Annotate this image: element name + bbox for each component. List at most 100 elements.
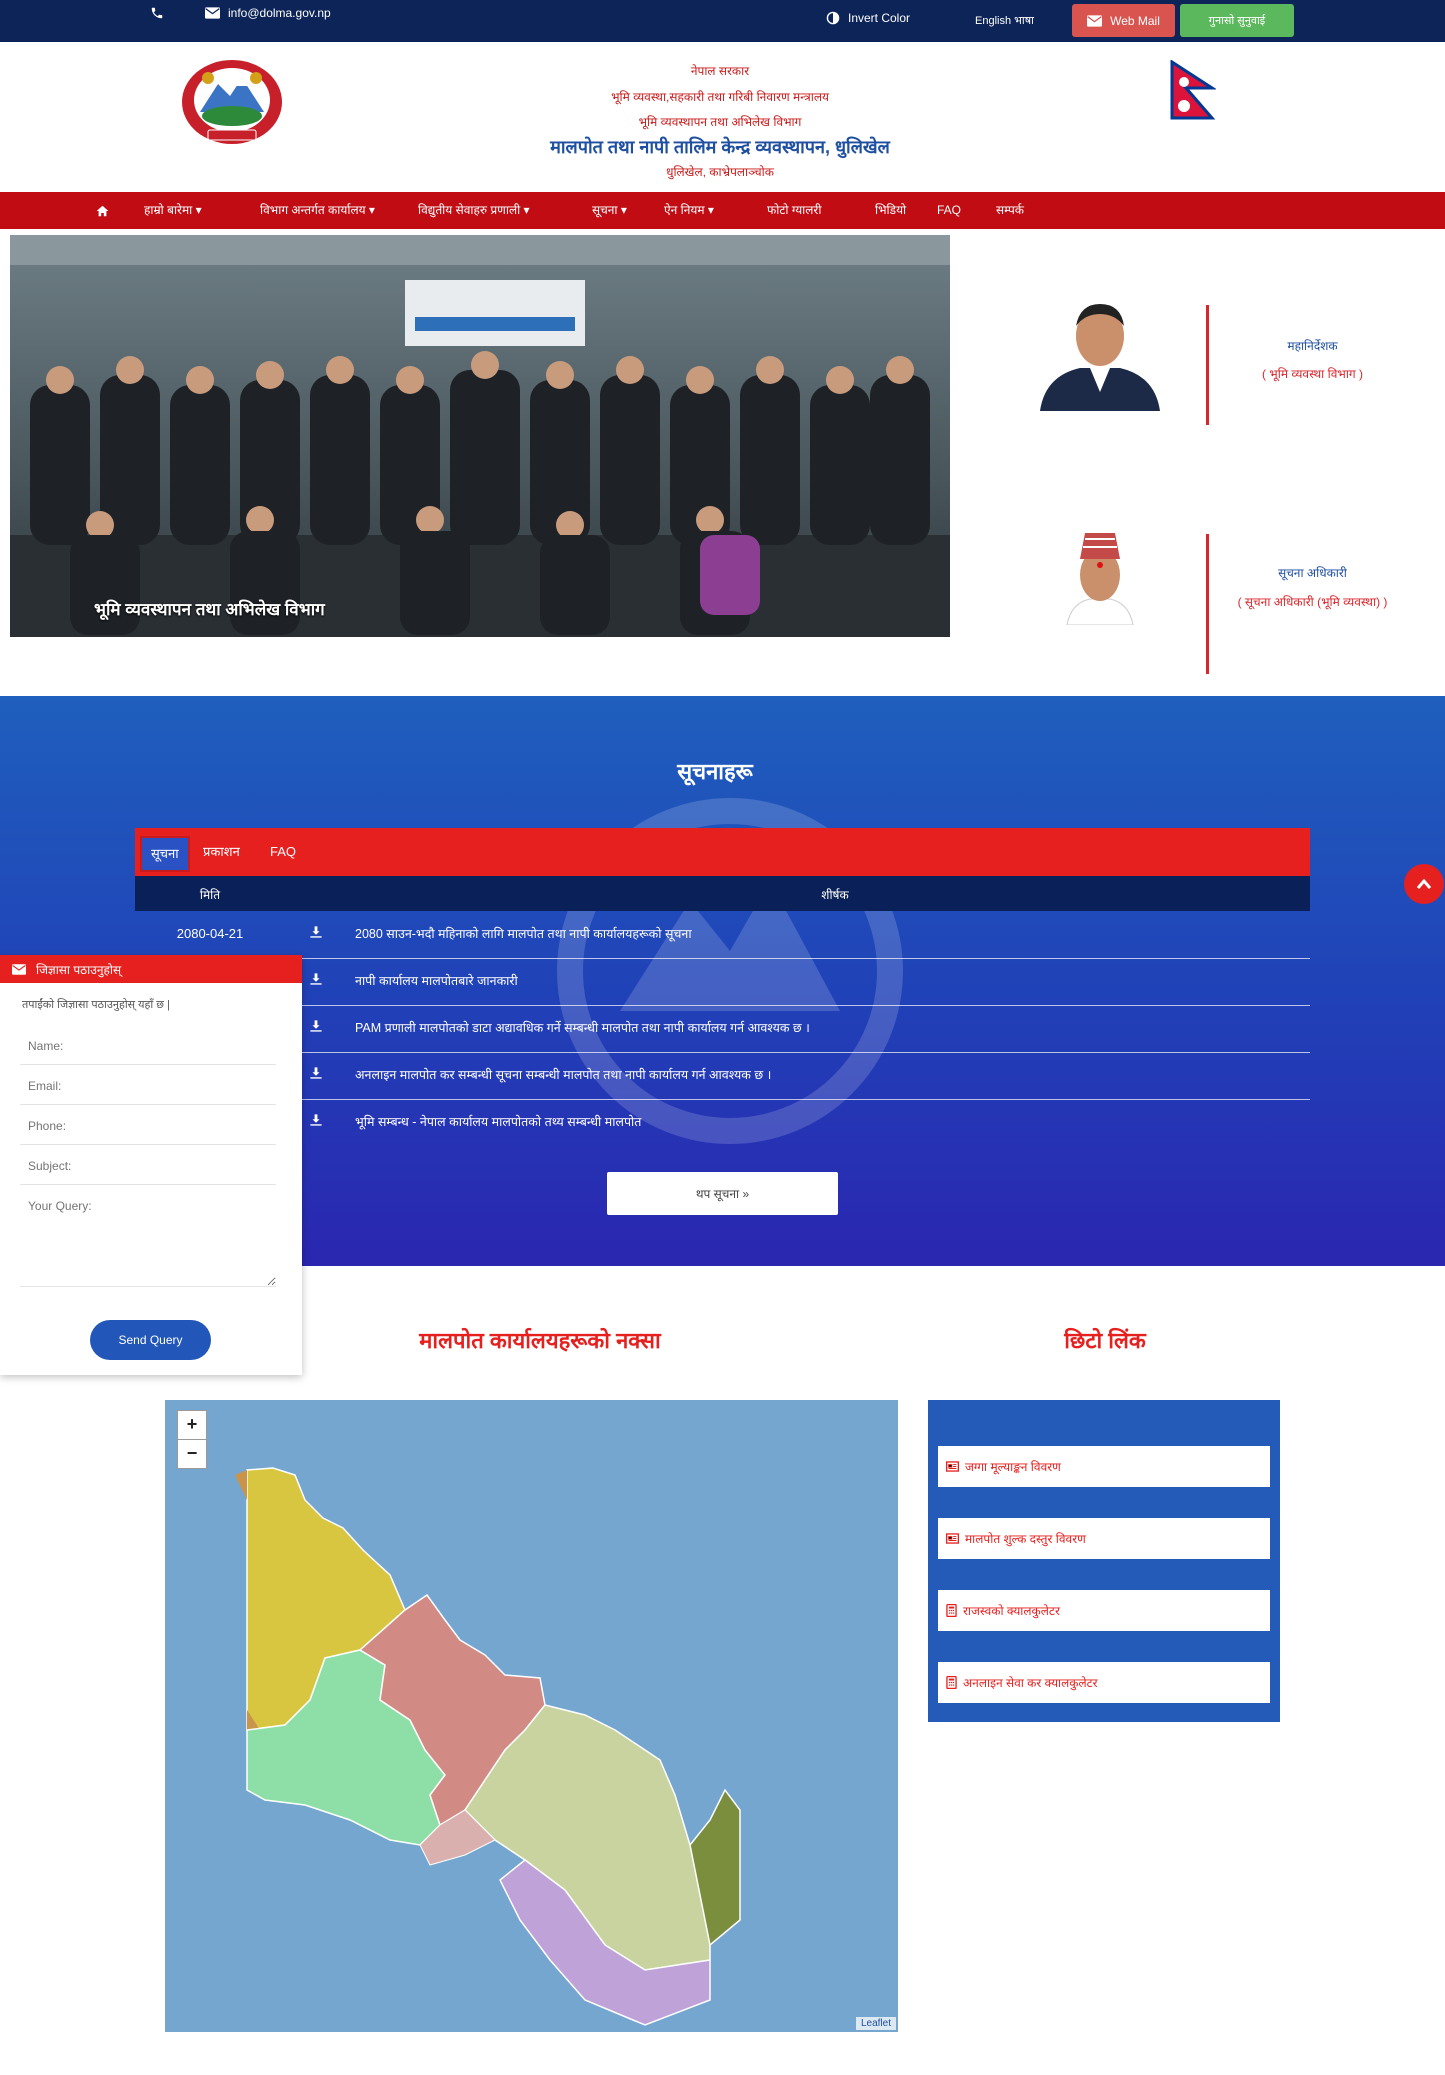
- notices-title: सूचनाहरू: [677, 759, 753, 784]
- notice-date: 2080-04-21: [176, 926, 244, 941]
- notice-title[interactable]: नापी कार्यालय मालपोतबारे जानकारी: [355, 972, 518, 989]
- query-textarea[interactable]: [20, 1193, 276, 1287]
- nav-e-services[interactable]: विद्युतीय सेवाहरु प्रणाली ▾: [418, 192, 530, 229]
- top-bar: info@dolma.gov.np Invert Color English भ…: [0, 0, 1445, 42]
- column-title: शीर्षक: [821, 888, 849, 902]
- name-field[interactable]: [20, 1027, 276, 1065]
- download-icon[interactable]: [309, 1066, 323, 1080]
- caret-down-icon: ▾: [617, 203, 627, 217]
- tab-faq[interactable]: FAQ: [261, 836, 305, 868]
- caret-down-icon: ▾: [192, 203, 202, 217]
- newspaper-icon: [946, 1461, 959, 1472]
- webmail-label: Web Mail: [1110, 13, 1160, 28]
- official-name-info-officer: सूचना अधिकारी: [1278, 566, 1347, 580]
- notices-table-header: मिति शीर्षक: [135, 876, 1310, 911]
- notices-tabs: सूचना प्रकाशन FAQ: [135, 828, 1310, 876]
- email-text: info@dolma.gov.np: [228, 6, 331, 20]
- main-nav: हाम्रो बारेमा ▾ विभाग अन्तर्गत कार्यालय …: [0, 192, 1445, 229]
- header-main-title: मालपोत तथा नापी तालिम केन्द्र व्यवस्थापन…: [550, 137, 890, 157]
- scroll-to-top-button[interactable]: [1404, 864, 1444, 904]
- nav-offices[interactable]: विभाग अन्तर्गत कार्यालय ▾: [260, 192, 375, 229]
- site-header: नेपाल सरकार भूमि व्यवस्था,सहकारी तथा गरि…: [0, 42, 1445, 192]
- nav-about[interactable]: हाम्रो बारेमा ▾: [144, 192, 202, 229]
- more-notices-label: थप सूचना: [695, 1187, 740, 1201]
- caret-down-icon: ▾: [704, 203, 714, 217]
- calculator-icon: [946, 1604, 957, 1617]
- table-row[interactable]: PAM प्रणाली मालपोतको डाटा अद्यावधिक गर्न…: [135, 1005, 1310, 1053]
- quick-link-label: जग्गा मूल्याङ्कन विवरण: [965, 1460, 1061, 1474]
- calculator-icon: [946, 1676, 957, 1689]
- notice-title[interactable]: 2080 साउन-भदौ महिनाको लागि मालपोत तथा ना…: [355, 925, 692, 942]
- query-form-intro: तपाईंको जिज्ञासा पठाउनुहोस् यहाँ छ |: [22, 999, 170, 1011]
- nav-photo-gallery[interactable]: फोटो ग्यालरी: [767, 192, 821, 229]
- phone-field[interactable]: [20, 1107, 276, 1145]
- contrast-icon: [826, 11, 840, 25]
- download-icon[interactable]: [309, 925, 323, 939]
- quick-link[interactable]: राजस्वको क्यालकुलेटर: [938, 1590, 1270, 1631]
- english-link[interactable]: English भाषा: [975, 13, 1034, 28]
- official-divider: [1206, 305, 1209, 425]
- tab-notices[interactable]: सूचना: [140, 836, 190, 872]
- download-icon[interactable]: [309, 1019, 323, 1033]
- envelope-icon: [205, 7, 220, 19]
- quick-link[interactable]: मालपोत शुल्क दस्तुर विवरण: [938, 1518, 1270, 1559]
- query-form-header[interactable]: जिज्ञासा पठाउनुहोस्: [0, 955, 302, 983]
- official-photo-info-officer: [1065, 525, 1135, 630]
- query-form-title: जिज्ञासा पठाउनुहोस्: [36, 962, 122, 977]
- email-field[interactable]: [20, 1067, 276, 1105]
- notice-title[interactable]: PAM प्रणाली मालपोतको डाटा अद्यावधिक गर्न…: [355, 1019, 810, 1036]
- download-icon[interactable]: [309, 972, 323, 986]
- nav-video[interactable]: भिडियो: [875, 192, 906, 229]
- header-line-government: नेपाल सरकार: [690, 64, 750, 78]
- notice-title[interactable]: अनलाइन मालपोत कर सम्बन्धी सूचना सम्बन्धी…: [355, 1066, 771, 1083]
- quick-links-title: छिटो लिंक: [1064, 1328, 1146, 1353]
- notice-title[interactable]: भूमि सम्बन्ध - नेपाल कार्यालय मालपोतको त…: [355, 1113, 641, 1130]
- image-slider[interactable]: भूमि व्यवस्थापन तथा अभिलेख विभाग: [10, 235, 950, 637]
- chevron-up-icon: [1416, 878, 1432, 889]
- table-row[interactable]: भूमि सम्बन्ध - नेपाल कार्यालय मालपोतको त…: [135, 1099, 1310, 1146]
- official-role-director: ( भूमि व्यवस्था विभाग ): [1261, 367, 1364, 381]
- table-row[interactable]: अनलाइन मालपोत कर सम्बन्धी सूचना सम्बन्धी…: [135, 1052, 1310, 1100]
- quick-link-label: अनलाइन सेवा कर क्यालकुलेटर: [963, 1676, 1098, 1690]
- invert-color-label: Invert Color: [848, 11, 911, 25]
- nav-acts-rules[interactable]: ऐन नियम ▾: [664, 192, 714, 229]
- newspaper-icon: [946, 1533, 959, 1544]
- header-line-department: भूमि व्यवस्थापन तथा अभिलेख विभाग: [638, 115, 802, 129]
- quick-link[interactable]: अनलाइन सेवा कर क्यालकुलेटर: [938, 1662, 1270, 1703]
- nav-notices[interactable]: सूचना ▾: [592, 192, 627, 229]
- subject-field[interactable]: [20, 1147, 276, 1185]
- webmail-button[interactable]: Web Mail: [1072, 4, 1175, 37]
- table-row[interactable]: 2080-04-21 2080 साउन-भदौ महिनाको लागि मा…: [135, 911, 1310, 959]
- map-section-title: मालपोत कार्यालयहरूको नक्सा: [419, 1328, 661, 1353]
- government-emblem-logo[interactable]: [178, 56, 286, 153]
- offices-map[interactable]: + − Leaflet: [165, 1400, 898, 2032]
- header-location: धुलिखेल, काभ्रेपलाञ्चोक: [666, 165, 774, 179]
- download-icon[interactable]: [309, 1113, 323, 1127]
- map-attribution[interactable]: Leaflet: [855, 2017, 896, 2030]
- send-query-button[interactable]: Send Query: [90, 1320, 211, 1360]
- nepal-flag-icon: [1170, 59, 1218, 125]
- column-date: मिति: [199, 888, 221, 902]
- group-photo-image: [10, 235, 950, 637]
- zoom-in-button[interactable]: +: [177, 1410, 207, 1440]
- phone-icon[interactable]: [150, 6, 164, 20]
- official-divider: [1206, 534, 1209, 674]
- home-icon[interactable]: [96, 192, 109, 229]
- nav-faq[interactable]: FAQ: [937, 192, 961, 229]
- query-form-panel: जिज्ञासा पठाउनुहोस् तपाईंको जिज्ञासा पठा…: [0, 955, 302, 1375]
- tab-publications[interactable]: प्रकाशन: [194, 836, 249, 868]
- official-name-director: महानिर्देशक: [1287, 339, 1338, 353]
- table-row[interactable]: नापी कार्यालय मालपोतबारे जानकारी: [135, 958, 1310, 1006]
- quick-link[interactable]: जग्गा मूल्याङ्कन विवरण: [938, 1446, 1270, 1487]
- nepal-provinces-map[interactable]: [165, 1400, 898, 2032]
- grievance-button[interactable]: गुनासो सुनुवाई: [1180, 4, 1294, 37]
- email-link[interactable]: info@dolma.gov.np: [205, 6, 331, 20]
- more-notices-button[interactable]: थप सूचना »: [607, 1172, 838, 1215]
- zoom-out-button[interactable]: −: [177, 1439, 207, 1469]
- quick-link-label: राजस्वको क्यालकुलेटर: [963, 1604, 1060, 1618]
- nav-contact[interactable]: सम्पर्क: [996, 192, 1024, 229]
- official-photo-director: [1035, 296, 1165, 416]
- double-chevron-right-icon: »: [739, 1186, 750, 1201]
- invert-color-toggle[interactable]: Invert Color: [826, 11, 910, 25]
- official-role-info-officer: ( सूचना अधिकारी (भूमि व्यवस्था) ): [1237, 595, 1388, 609]
